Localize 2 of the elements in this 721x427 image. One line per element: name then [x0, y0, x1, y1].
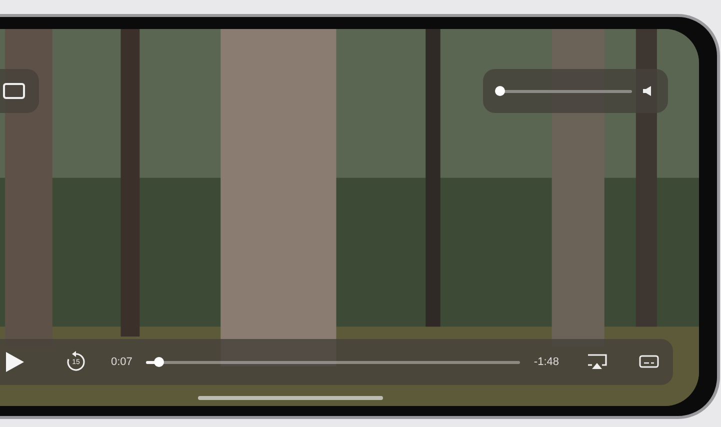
- elapsed-time: 0:07: [111, 356, 132, 368]
- remaining-time: -1:48: [534, 356, 559, 368]
